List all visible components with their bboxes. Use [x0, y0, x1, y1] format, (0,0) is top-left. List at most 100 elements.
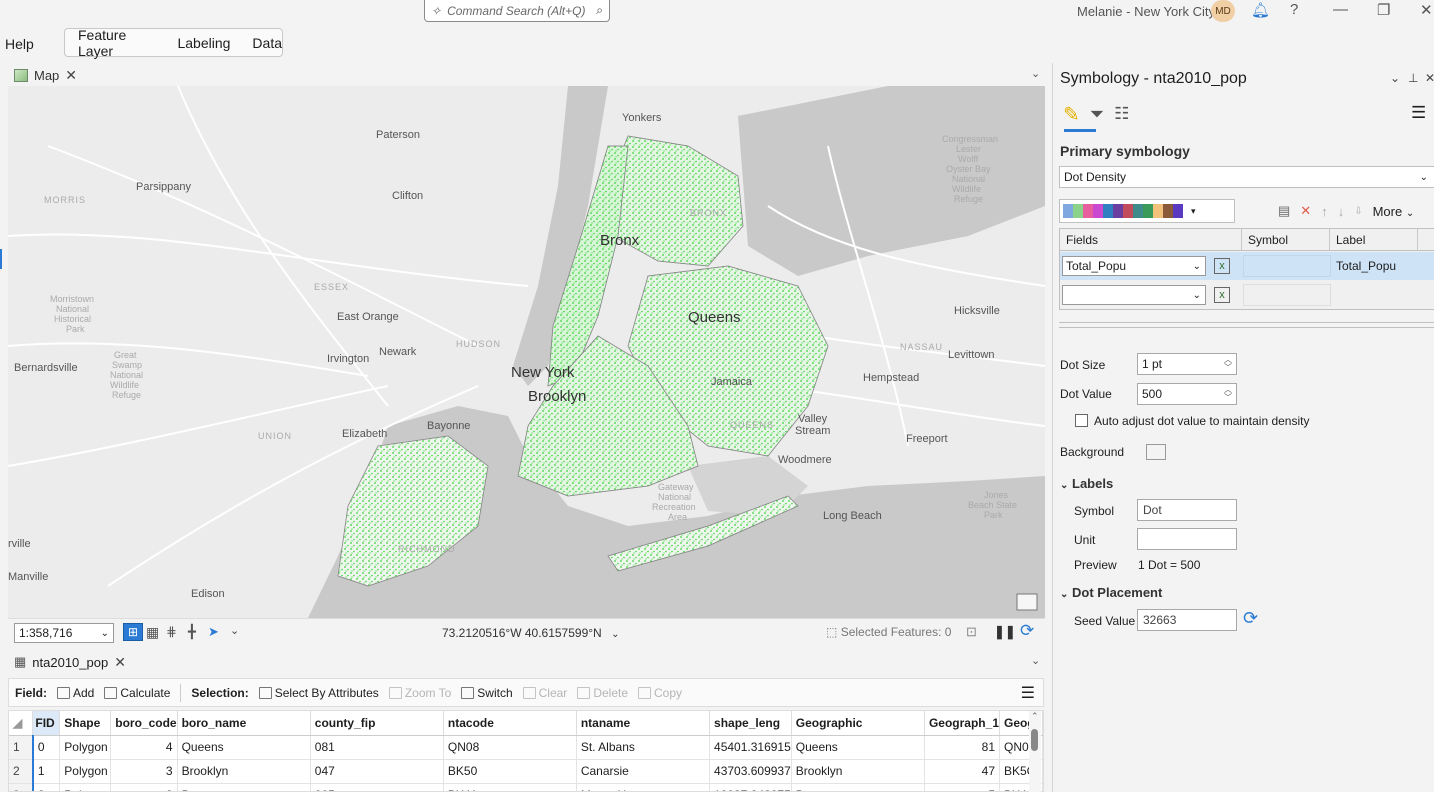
pin-icon[interactable]: ⊥ [1408, 71, 1418, 85]
navigation-icon[interactable]: ➤ [208, 624, 219, 640]
row-selector-header[interactable]: ◢ [9, 711, 34, 736]
move-down-icon[interactable]: ↓ [1338, 204, 1345, 219]
pause-icon[interactable]: ❚❚ [994, 624, 1016, 640]
more-menu[interactable]: More ⌄ [1373, 204, 1415, 219]
map-view[interactable]: Yonkers Paterson Parsippany MORRIS Clift… [8, 86, 1045, 618]
restore-icon[interactable]: ❐ [1377, 1, 1390, 19]
chevron-down-icon[interactable]: ⌄ [1031, 67, 1040, 80]
table-cell-county-fip[interactable]: 005 [310, 783, 444, 791]
tab-symbol-layer-list-icon[interactable]: ☷ [1114, 104, 1129, 124]
close-icon[interactable]: ✕ [65, 67, 77, 84]
selected-features[interactable]: ⬚ Selected Features: 0 [826, 625, 951, 639]
table-cell-boro-code[interactable]: 4 [110, 735, 178, 760]
avatar[interactable]: MD [1211, 0, 1235, 22]
table-toggle-icon[interactable]: ⊡ [966, 624, 977, 640]
hamburger-menu-icon[interactable]: ☰ [1411, 103, 1426, 123]
table-cell-ntacode[interactable]: BK50 [443, 759, 577, 784]
field-row-empty[interactable]: ⌄ x [1060, 281, 1434, 309]
table-cell-shape[interactable]: Polygon [59, 735, 112, 760]
table-cell-boro-name[interactable]: Bronx [177, 783, 311, 791]
labels-section-header[interactable]: ⌄ Labels [1060, 476, 1113, 491]
spinner-icon[interactable]: ︿ ﹀ [1224, 386, 1232, 402]
table-cell-boro-name[interactable]: Queens [177, 735, 311, 760]
tab-labeling[interactable]: Labeling [177, 35, 230, 51]
unit-input[interactable] [1137, 528, 1237, 550]
column-header[interactable]: county_fip [310, 711, 444, 736]
table-cell-shape-leng[interactable]: 18937.248875 [709, 783, 792, 791]
table-cell-ntaname[interactable]: Mount Hope [576, 783, 711, 791]
snapping-icon[interactable]: ⊞ [123, 623, 143, 641]
table-cell-geograph-1[interactable]: 81 [924, 735, 1001, 760]
remove-field-icon[interactable]: ✕ [1300, 203, 1311, 219]
dot-size-input[interactable]: 1 pt ︿ ﹀ [1137, 353, 1237, 375]
table-cell-ntacode[interactable]: QN08 [443, 735, 577, 760]
field-dropdown[interactable]: ⌄ [1062, 285, 1206, 305]
table-cell-shape[interactable]: Polygon [59, 783, 112, 791]
auto-adjust-checkbox[interactable] [1075, 414, 1088, 427]
clear-button[interactable]: Clear [522, 686, 567, 700]
table-cell-boro-code[interactable]: 2 [110, 783, 178, 791]
expression-icon[interactable]: x [1214, 287, 1230, 303]
column-header[interactable]: boro_code [110, 711, 178, 736]
correction-icon[interactable]: ╋ [188, 624, 196, 640]
table-cell-fid[interactable]: 0 [31, 735, 61, 760]
table-cell-geographic[interactable]: Queens [791, 735, 925, 760]
list-icon[interactable]: ▤ [1278, 203, 1290, 219]
dot-value-input[interactable]: 500 ︿ ﹀ [1137, 383, 1237, 405]
help-icon[interactable]: ? [1290, 1, 1298, 18]
table-cell-geographic[interactable]: Bronx [791, 783, 925, 791]
field-symbol-swatch[interactable] [1243, 255, 1331, 277]
seed-value-input[interactable]: 32663 [1137, 609, 1237, 631]
table-scrollbar[interactable]: ⌃ [1029, 711, 1041, 792]
hamburger-menu-icon[interactable]: ☰ [1021, 683, 1035, 703]
select-by-attributes-button[interactable]: Select By Attributes [258, 686, 379, 700]
table-row[interactable]: 2 1 Polygon 3 Brooklyn 047 BK50 Canarsie 43703.6… [9, 759, 1043, 784]
expression-icon[interactable]: x [1214, 258, 1230, 274]
tab-feature-layer[interactable]: Feature Layer [78, 27, 155, 59]
column-header[interactable]: ntacode [443, 711, 577, 736]
close-window-icon[interactable]: ✕ [1420, 1, 1433, 19]
table-cell-boro-code[interactable]: 3 [110, 759, 178, 784]
delete-button[interactable]: Delete [577, 686, 628, 700]
table-cell-geograph-1[interactable]: 47 [924, 759, 1001, 784]
table-cell-geograph-1[interactable]: 5 [924, 783, 1001, 791]
user-name[interactable]: Melanie - New York City [1077, 4, 1215, 19]
column-header[interactable]: Shape [59, 711, 112, 736]
calculate-button[interactable]: Calculate [104, 686, 170, 700]
table-cell-boro-name[interactable]: Brooklyn [177, 759, 311, 784]
move-bottom-icon[interactable]: ⇩ [1354, 206, 1362, 217]
switch-button[interactable]: Switch [461, 686, 513, 700]
column-header[interactable]: FID [32, 711, 61, 736]
renderer-dropdown[interactable]: Dot Density ⌄ [1059, 166, 1434, 188]
column-header[interactable]: shape_leng [709, 711, 792, 736]
command-search[interactable]: ✧ Command Search (Alt+Q) ⌕ [424, 0, 610, 22]
grid-resize-handle[interactable] [1059, 322, 1434, 328]
symbol-label-input[interactable]: Dot [1137, 499, 1237, 521]
constraints-icon[interactable]: ⋕ [166, 624, 177, 640]
table-row[interactable]: 32Polygon2Bronx005BX41Mount Hope18937.24… [9, 783, 1043, 791]
field-symbol-swatch[interactable] [1243, 284, 1331, 306]
attribute-table[interactable]: ◢ FID Shape boro_code boro_name county_f… [8, 710, 1044, 792]
table-cell-ntaname[interactable]: Canarsie [576, 759, 711, 784]
regenerate-seed-icon[interactable]: ⟳ [1243, 608, 1258, 629]
tab-data[interactable]: Data [252, 35, 282, 51]
table-cell-ntacode[interactable]: BX41 [443, 783, 577, 791]
minimize-icon[interactable]: — [1333, 1, 1348, 18]
close-icon[interactable]: ✕ [114, 654, 126, 671]
color-scheme-dropdown[interactable]: ▾ [1059, 199, 1235, 223]
background-color-swatch[interactable] [1146, 444, 1166, 460]
chevron-down-icon[interactable]: ⌄ [1031, 654, 1040, 667]
tab-attribute-table[interactable]: ▦ nta2010_pop ✕ [10, 651, 140, 673]
dot-placement-section-header[interactable]: ⌄ Dot Placement [1060, 585, 1162, 600]
table-cell-county-fip[interactable]: 047 [310, 759, 444, 784]
table-cell-shape-leng[interactable]: 43703.609937 [709, 759, 792, 784]
refresh-icon[interactable]: ⟳ [1020, 621, 1034, 641]
grid-icon[interactable]: ▦ [146, 624, 159, 641]
table-cell-county-fip[interactable]: 081 [310, 735, 444, 760]
table-cell-fid[interactable]: 1 [31, 759, 61, 784]
zoom-to-button[interactable]: Zoom To [388, 686, 451, 700]
column-header[interactable]: Geograph_1 [924, 711, 1001, 736]
row-number[interactable]: 2 [9, 759, 34, 784]
move-up-icon[interactable]: ↑ [1321, 204, 1328, 219]
scrollbar-thumb[interactable] [1031, 729, 1038, 751]
